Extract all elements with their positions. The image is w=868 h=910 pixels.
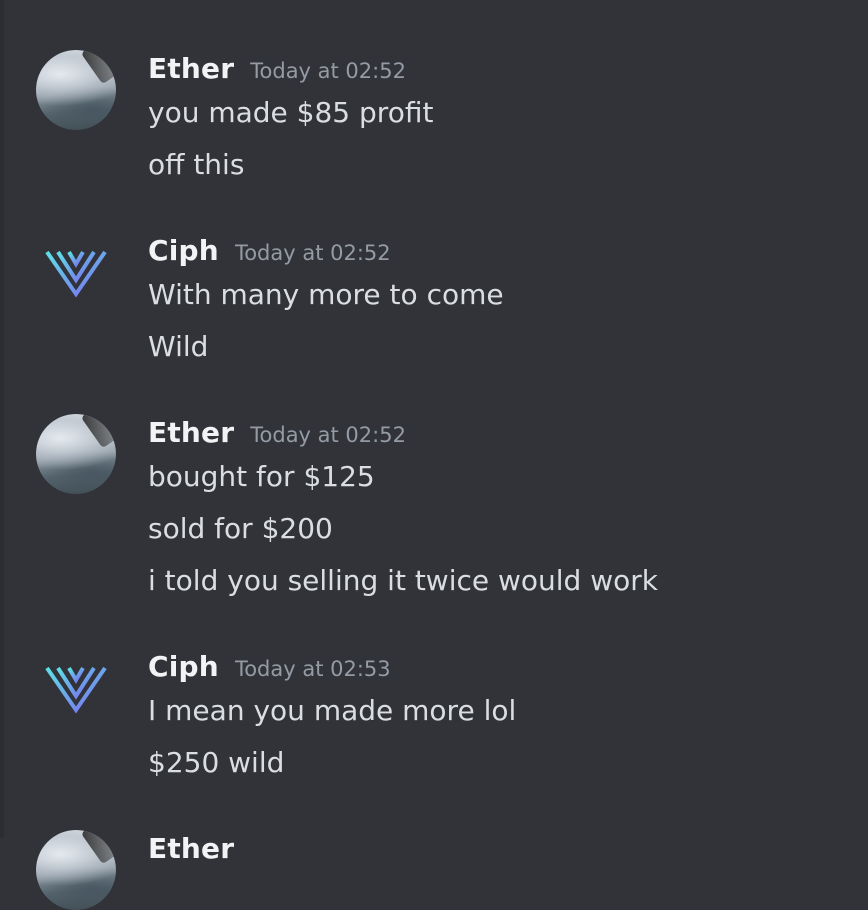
message-text: bought for $125 [148, 460, 375, 493]
chat-message-list: Ether Today at 02:52 you made $85 profit… [0, 0, 868, 910]
message-text: sold for $200 [148, 512, 333, 545]
message-text: With many more to come [148, 278, 504, 311]
timestamp[interactable]: Today at 02:52 [250, 59, 406, 83]
message-header: Ether [148, 832, 234, 868]
message-text: Wild [148, 330, 209, 363]
username[interactable]: Ether [148, 416, 234, 449]
username[interactable]: Ciph [148, 650, 219, 683]
v-logo-icon [45, 666, 107, 714]
message-header: Ether Today at 02:52 [148, 52, 406, 88]
message-text: i told you selling it twice would work [148, 564, 658, 597]
username[interactable]: Ether [148, 52, 234, 85]
message-text: you made $85 profit [148, 96, 434, 129]
timestamp[interactable]: Today at 02:52 [235, 241, 391, 265]
username[interactable]: Ether [148, 832, 234, 865]
timestamp[interactable]: Today at 02:53 [235, 657, 391, 681]
message-text: off this [148, 148, 245, 181]
v-logo-icon [45, 250, 107, 298]
message-text: $250 wild [148, 746, 285, 779]
avatar[interactable] [36, 232, 116, 312]
timestamp[interactable]: Today at 02:52 [250, 423, 406, 447]
username[interactable]: Ciph [148, 234, 219, 267]
avatar[interactable] [36, 648, 116, 728]
message-header: Ether Today at 02:52 [148, 416, 406, 452]
avatar[interactable] [36, 414, 116, 494]
avatar[interactable] [36, 50, 116, 130]
message-header: Ciph Today at 02:52 [148, 234, 391, 270]
avatar[interactable] [36, 830, 116, 910]
message-text: I mean you made more lol [148, 694, 517, 727]
message-header: Ciph Today at 02:53 [148, 650, 391, 686]
